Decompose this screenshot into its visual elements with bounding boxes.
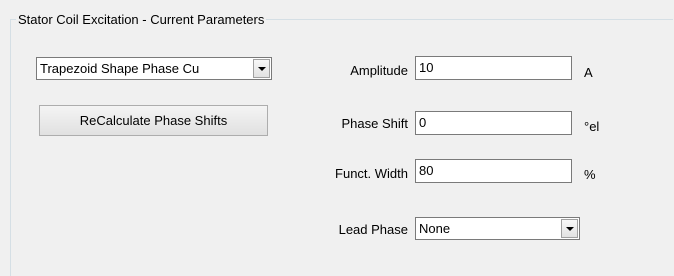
dropdown-arrow-button[interactable] — [253, 59, 270, 78]
chevron-down-icon — [566, 227, 574, 231]
amplitude-value: 10 — [419, 60, 434, 75]
lead-phase-dropdown[interactable]: None — [415, 217, 580, 240]
group-title: Stator Coil Excitation - Current Paramet… — [16, 12, 267, 28]
current-shape-dropdown[interactable]: Trapezoid Shape Phase Cu — [36, 57, 272, 80]
phase-shift-unit: °el — [584, 119, 600, 134]
current-shape-value: Trapezoid Shape Phase Cu — [40, 61, 200, 76]
recalculate-phase-shifts-button[interactable]: ReCalculate Phase Shifts — [39, 105, 268, 136]
dropdown-arrow-button[interactable] — [561, 219, 578, 238]
funct-width-value: 80 — [419, 163, 434, 178]
amplitude-input[interactable]: 10 — [415, 56, 572, 80]
phase-shift-label: Phase Shift — [341, 116, 409, 131]
lead-phase-label: Lead Phase — [338, 222, 408, 237]
chevron-down-icon — [258, 67, 266, 71]
amplitude-unit: A — [584, 65, 593, 80]
phase-shift-input[interactable]: 0 — [415, 111, 572, 135]
amplitude-label: Amplitude — [350, 63, 408, 78]
funct-width-input[interactable]: 80 — [415, 159, 572, 183]
lead-phase-value: None — [419, 221, 451, 236]
funct-width-unit: % — [584, 167, 596, 182]
phase-shift-value: 0 — [419, 115, 427, 130]
funct-width-label: Funct. Width — [335, 166, 408, 181]
